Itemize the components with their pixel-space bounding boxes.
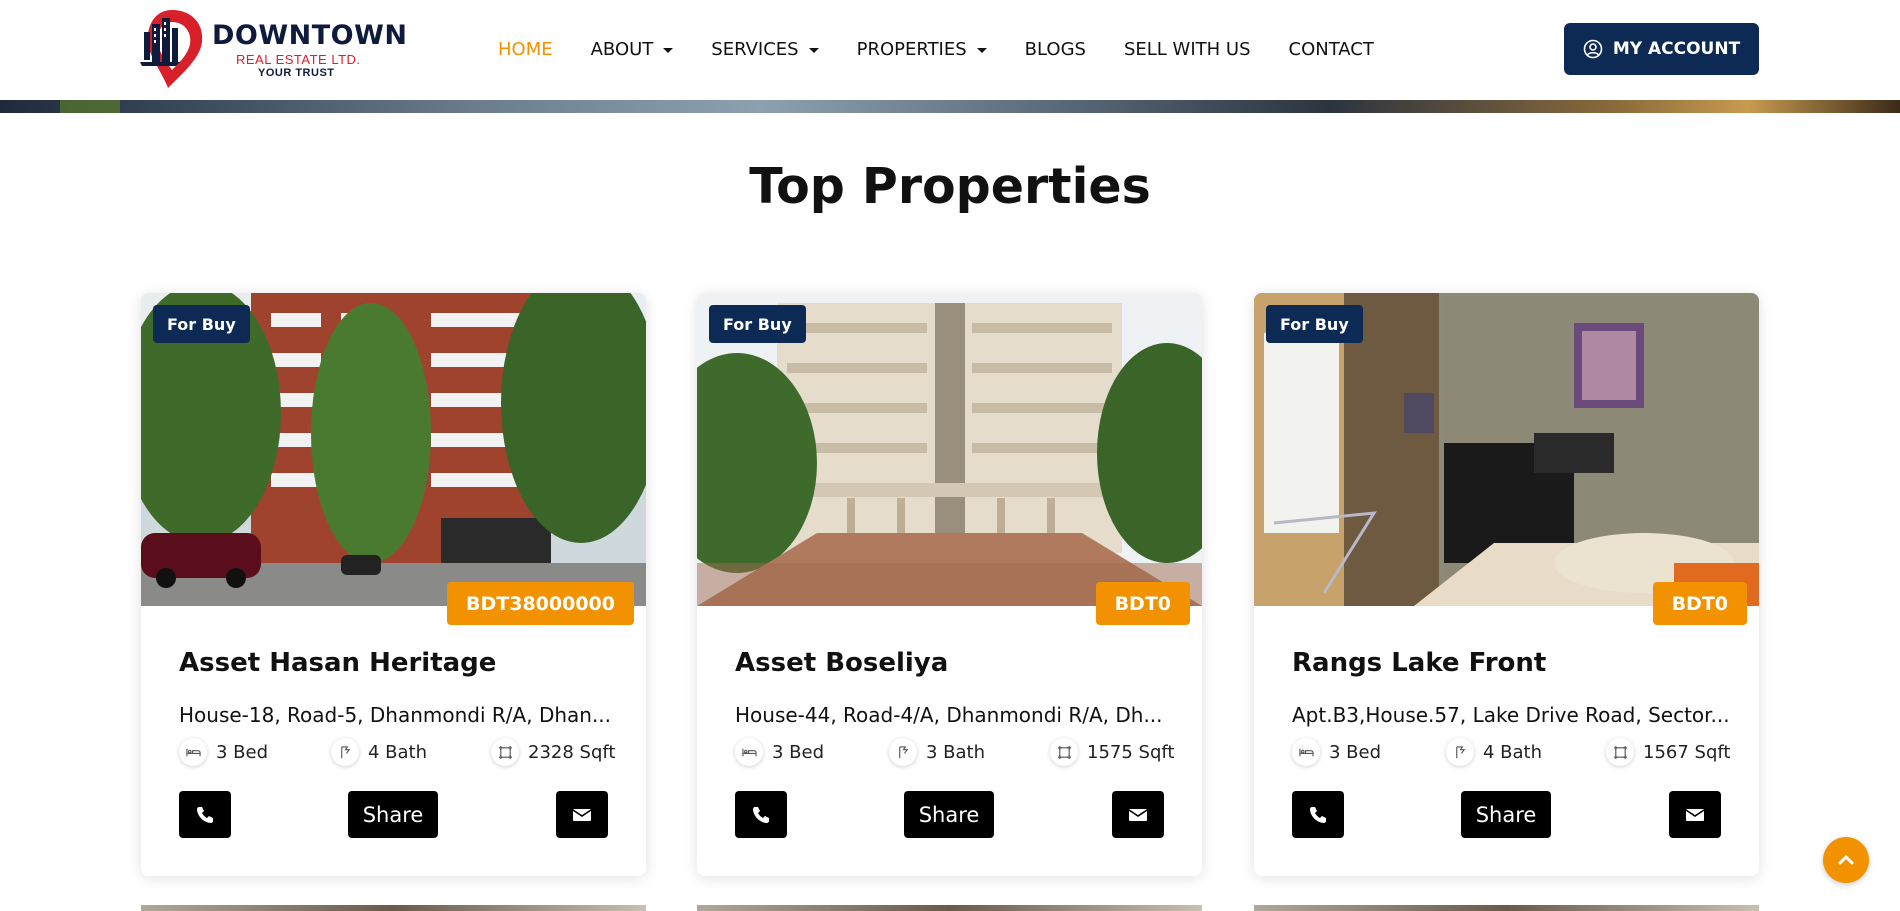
nav-label: HOME [498,38,553,60]
beds-feature: 3 Bed [1292,738,1381,766]
bed-icon [179,738,207,766]
area-icon [1050,738,1078,766]
bed-icon [735,738,763,766]
phone-icon [1310,806,1326,823]
beds-feature: 3 Bed [735,738,824,766]
chevron-up-icon [1838,855,1854,865]
bed-icon [1292,738,1320,766]
scroll-to-top-button[interactable] [1823,837,1869,883]
bath-icon [889,738,917,766]
area-label: 1575 Sqft [1087,741,1175,763]
property-title[interactable]: Asset Boseliya [735,648,948,678]
property-address: House-44, Road-4/A, Dhanmondi R/A, Dh... [735,703,1163,727]
email-button[interactable] [1669,791,1721,838]
nav-label: ABOUT [590,38,654,60]
caret-down-icon [663,47,674,53]
baths-label: 4 Bath [368,741,428,763]
nav-item-services[interactable]: SERVICES [711,38,819,60]
property-photo[interactable]: For Buy [697,293,1202,606]
property-photo[interactable]: For Buy [141,293,646,606]
brand-logo[interactable]: DOWNTOWN REAL ESTATE LTD. YOUR TRUST [140,6,407,88]
call-button[interactable] [735,791,787,838]
area-feature: 2328 Sqft [491,738,615,766]
nav-item-home[interactable]: HOME [498,39,553,60]
area-feature: 1567 Sqft [1606,738,1730,766]
price-badge: BDT38000000 [447,582,634,625]
nav-item-properties[interactable]: PROPERTIES [857,39,987,60]
share-button[interactable]: Share [904,791,994,838]
area-label: 2328 Sqft [528,741,616,763]
property-address: House-18, Road-5, Dhanmondi R/A, Dhan... [179,703,612,727]
property-card[interactable]: For Buy BDT0 Rangs Lake Front Apt.B3,Hou… [1254,293,1759,876]
nav-item-blogs[interactable]: BLOGS [1025,39,1086,60]
baths-label: 3 Bath [926,741,986,763]
area-icon [1606,738,1634,766]
area-icon [491,738,519,766]
price-badge: BDT0 [1652,582,1747,625]
envelope-icon [1128,808,1148,821]
email-button[interactable] [1112,791,1164,838]
nav-label: PROPERTIES [856,38,967,60]
property-photo[interactable]: For Buy [1254,293,1759,606]
envelope-icon [1685,808,1705,821]
baths-feature: 3 Bath [889,738,985,766]
property-card[interactable]: For Buy BDT38000000 Asset Hasan Heritage… [141,293,646,876]
beds-feature: 3 Bed [179,738,268,766]
section-title: Top Properties [749,158,1151,215]
phone-icon [197,806,213,823]
caret-down-icon [976,47,987,53]
property-title[interactable]: Asset Hasan Heritage [179,648,496,678]
logo-mark-icon [140,10,203,88]
baths-feature: 4 Bath [1446,738,1542,766]
bath-icon [331,738,359,766]
caret-down-icon [808,47,819,53]
nav-label: CONTACT [1288,38,1374,60]
email-button[interactable] [556,791,608,838]
brand-name: DOWNTOWN [212,20,408,51]
area-feature: 1575 Sqft [1050,738,1174,766]
nav-item-about[interactable]: ABOUT [591,39,674,60]
price-badge: BDT0 [1095,582,1190,625]
nav-label: BLOGS [1024,38,1086,60]
nav-item-contact[interactable]: CONTACT [1289,39,1374,60]
main-nav: HOME ABOUT SERVICES PROPERTIES BLOGS SEL… [498,36,1412,62]
next-card-peek [1254,905,1759,911]
site-header: DOWNTOWN REAL ESTATE LTD. YOUR TRUST HOM… [0,0,1900,100]
brand-tagline: YOUR TRUST [258,67,335,79]
brand-subtitle: REAL ESTATE LTD. [236,52,361,67]
area-label: 1567 Sqft [1643,741,1731,763]
call-button[interactable] [1292,791,1344,838]
share-button[interactable]: Share [1461,791,1551,838]
envelope-icon [572,808,592,821]
property-address: Apt.B3,House.57, Lake Drive Road, Sector… [1292,703,1730,727]
call-button[interactable] [179,791,231,838]
nav-label: SELL WITH US [1123,38,1251,60]
nav-item-sell-with-us[interactable]: SELL WITH US [1124,39,1251,60]
beds-label: 3 Bed [1329,741,1382,763]
property-title[interactable]: Rangs Lake Front [1292,648,1546,678]
share-button[interactable]: Share [348,791,438,838]
bath-icon [1446,738,1474,766]
hero-image-strip [0,100,1900,113]
beds-label: 3 Bed [772,741,825,763]
baths-feature: 4 Bath [331,738,427,766]
baths-label: 4 Bath [1483,741,1543,763]
property-card[interactable]: For Buy BDT0 Asset Boseliya House-44, Ro… [697,293,1202,876]
status-badge: For Buy [153,305,250,343]
phone-icon [753,806,769,823]
my-account-label: MY ACCOUNT [1612,39,1741,59]
status-badge: For Buy [1266,305,1363,343]
nav-label: SERVICES [711,38,799,60]
my-account-button[interactable]: MY ACCOUNT [1564,23,1759,75]
beds-label: 3 Bed [216,741,269,763]
next-card-peek [697,905,1202,911]
status-badge: For Buy [709,305,806,343]
user-circle-icon [1583,39,1603,59]
next-card-peek [141,905,646,911]
